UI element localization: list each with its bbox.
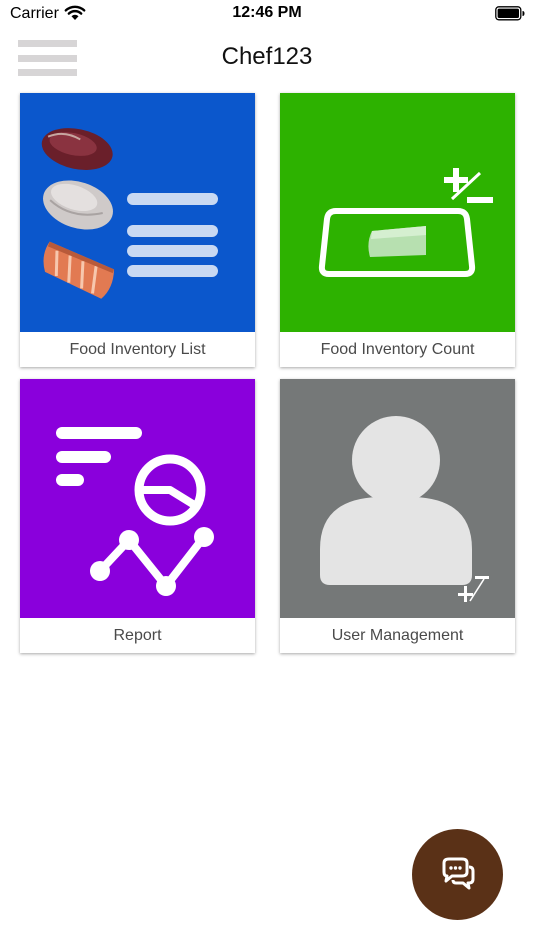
food-list-icon <box>20 93 255 332</box>
chat-bubbles-icon <box>442 857 475 890</box>
chat-button[interactable] <box>412 829 503 920</box>
tile-label: Food Inventory Count <box>320 341 475 358</box>
status-time: 12:46 PM <box>232 4 302 21</box>
tile-label: User Management <box>331 627 464 644</box>
report-tile[interactable]: Report <box>20 379 255 653</box>
food-inventory-list-tile[interactable]: Food Inventory List <box>20 93 255 367</box>
tile-label: Food Inventory List <box>69 341 206 358</box>
user-management-icon <box>280 379 515 618</box>
battery-full-icon <box>495 6 525 21</box>
user-management-tile[interactable]: User Management <box>280 379 515 653</box>
food-inventory-count-tile[interactable]: Food Inventory Count <box>280 93 515 367</box>
inventory-count-icon <box>280 93 515 332</box>
tile-label: Report <box>113 627 162 644</box>
report-chart-icon <box>20 379 255 618</box>
page-title: Chef123 <box>221 43 313 70</box>
status-bar: Carrier 12:46 PM <box>0 0 534 30</box>
